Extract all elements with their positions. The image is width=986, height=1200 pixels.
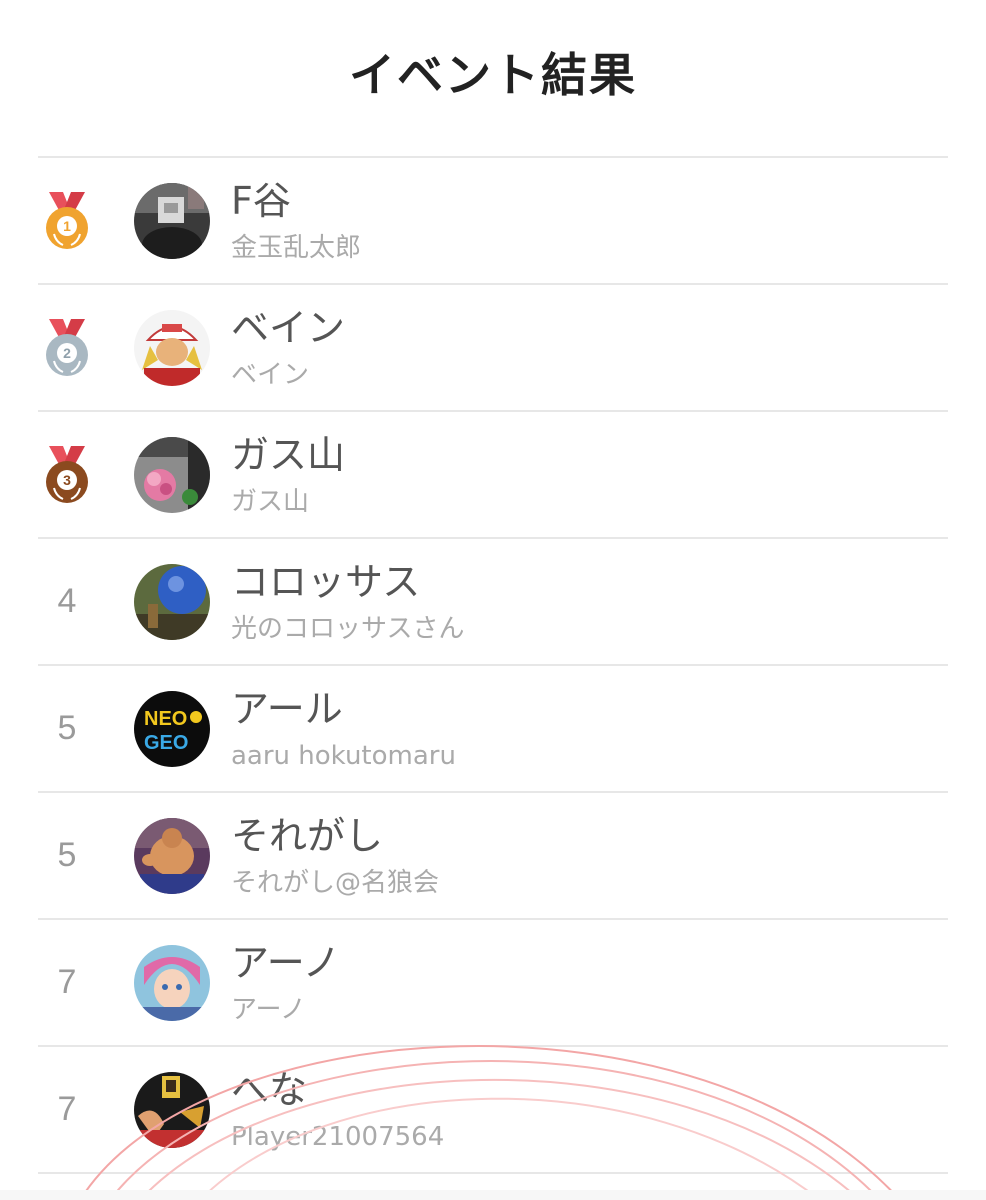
bronze-medal-icon: 3 xyxy=(46,445,88,503)
player-subname: ガス山 xyxy=(231,487,310,517)
rank-cell: 2 xyxy=(38,285,96,410)
rank-cell: 5 xyxy=(38,666,96,791)
player-name: コロッサス xyxy=(231,560,421,604)
player-name: ベイン xyxy=(231,306,346,350)
player-subname: アーノ xyxy=(231,995,306,1025)
blue-orb-avatar[interactable] xyxy=(134,564,210,640)
svg-text:NEO: NEO xyxy=(144,708,187,730)
rank-number: 4 xyxy=(57,582,77,620)
player-name: ガス山 xyxy=(231,433,346,477)
svg-text:2: 2 xyxy=(63,345,71,361)
player-name: それがし xyxy=(231,814,384,858)
svg-text:3: 3 xyxy=(63,472,71,488)
result-row[interactable]: 7 へな Player21007564 xyxy=(38,1047,948,1174)
rank-number: 5 xyxy=(57,836,77,874)
rank-number: 7 xyxy=(57,1090,77,1128)
silver-medal-icon: 2 xyxy=(46,318,88,376)
result-row[interactable]: 5 それがし それがし@名狼会 xyxy=(38,793,948,920)
svg-text:GEO: GEO xyxy=(144,732,188,754)
player-subname: 光のコロッサスさん xyxy=(231,614,465,644)
player-subname: ベイン xyxy=(231,360,310,390)
flower-avatar[interactable] xyxy=(134,437,210,513)
result-row[interactable]: 4 コロッサス 光のコロッサスさん xyxy=(38,539,948,666)
player-name: F谷 xyxy=(231,179,291,223)
capped-fighter-avatar[interactable] xyxy=(134,310,210,386)
anime-girl-avatar[interactable] xyxy=(134,945,210,1021)
svg-text:1: 1 xyxy=(63,218,71,234)
rank-cell: 5 xyxy=(38,793,96,918)
rank-cell: 7 xyxy=(38,920,96,1045)
rank-cell: 4 xyxy=(38,539,96,664)
rank-number: 5 xyxy=(57,709,77,747)
dark-figure-avatar[interactable] xyxy=(134,183,210,259)
gold-medal-icon: 1 xyxy=(46,191,88,249)
rank-cell: 3 xyxy=(38,412,96,537)
player-subname: 金玉乱太郎 xyxy=(231,233,362,263)
player-subname: aaru hokutomaru xyxy=(231,741,456,771)
results-list: 1 F谷 金玉乱太郎 2 ベイン ベイン 3 ガス山 ガス山 4 コロッサス 光… xyxy=(38,156,948,1174)
player-name: アーノ xyxy=(231,941,341,985)
result-row[interactable]: 3 ガス山 ガス山 xyxy=(38,412,948,539)
wrestler-avatar[interactable] xyxy=(134,818,210,894)
neo-geo-logo-avatar[interactable]: NEO GEO xyxy=(134,691,210,767)
fighting-game-avatar[interactable] xyxy=(134,1072,210,1148)
result-row[interactable]: 1 F谷 金玉乱太郎 xyxy=(38,158,948,285)
player-name: へな xyxy=(231,1068,308,1112)
player-subname: Player21007564 xyxy=(231,1122,445,1152)
result-row[interactable]: 5 NEO GEO アール aaru hokutomaru xyxy=(38,666,948,793)
rank-cell: 1 xyxy=(38,158,96,283)
page-title: イベント結果 xyxy=(349,48,637,102)
rank-number: 7 xyxy=(57,963,77,1001)
result-row[interactable]: 2 ベイン ベイン xyxy=(38,285,948,412)
rank-cell: 7 xyxy=(38,1047,96,1172)
player-subname: それがし@名狼会 xyxy=(231,868,440,898)
player-name: アール xyxy=(231,687,343,731)
result-row[interactable]: 7 アーノ アーノ xyxy=(38,920,948,1047)
